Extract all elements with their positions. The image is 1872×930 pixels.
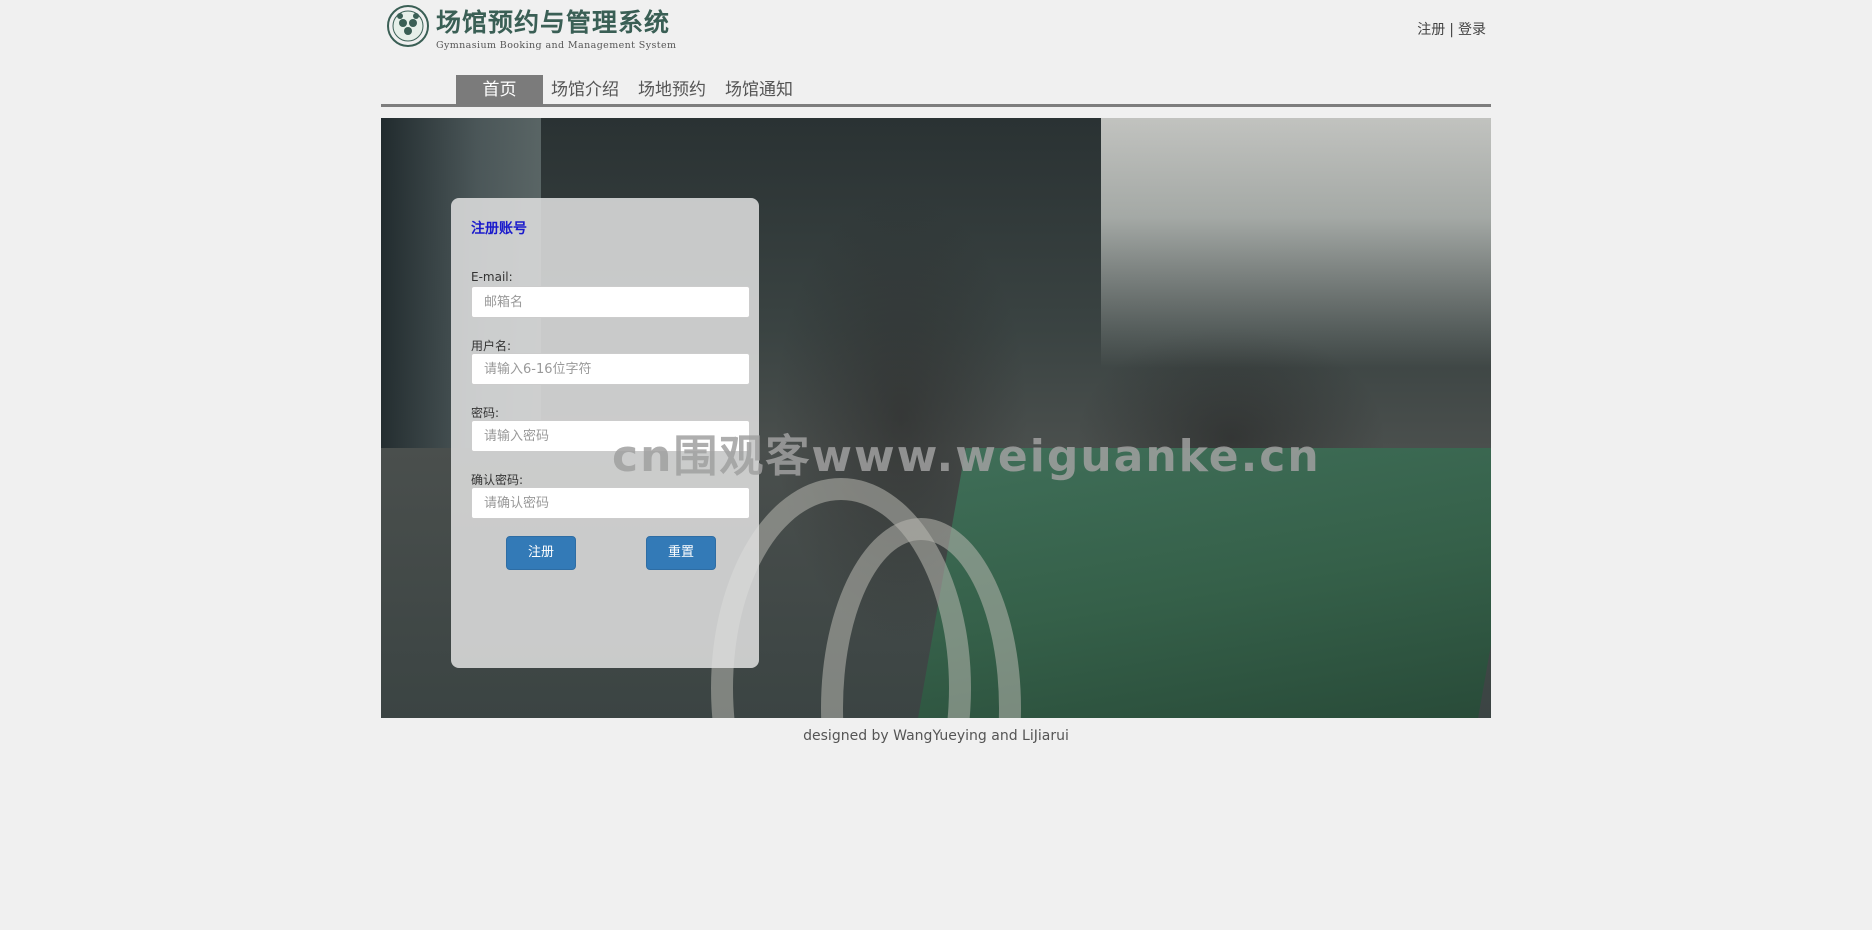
nav-item-court-booking[interactable]: 场地预约 — [638, 75, 706, 106]
page-container: 场馆预约与管理系统 Gymnasium Booking and Manageme… — [381, 0, 1491, 744]
register-button[interactable]: 注册 — [506, 536, 576, 570]
email-label: E-mail: — [471, 270, 513, 284]
hero-light-bg — [1101, 118, 1491, 368]
logo-subtitle: Gymnasium Booking and Management System — [436, 40, 677, 51]
confirm-password-label: 确认密码: — [471, 473, 524, 487]
email-field[interactable] — [471, 286, 750, 318]
reset-button[interactable]: 重置 — [646, 536, 716, 570]
form-title: 注册账号 — [471, 221, 527, 237]
register-link[interactable]: 注册 — [1417, 22, 1445, 38]
header: 场馆预约与管理系统 Gymnasium Booking and Manageme… — [381, 0, 1491, 70]
confirm-password-field[interactable] — [471, 487, 750, 519]
nav-item-home[interactable]: 首页 — [456, 75, 543, 106]
nav-item-venue-intro[interactable]: 场馆介绍 — [551, 75, 619, 106]
nav-item-venue-notice[interactable]: 场馆通知 — [725, 75, 793, 106]
password-label: 密码: — [471, 406, 500, 420]
username-field[interactable] — [471, 353, 750, 385]
hero-banner: 注册账号 E-mail: 用户名: 密码: 确认密码: 注册 重置 — [381, 118, 1491, 718]
username-label: 用户名: — [471, 339, 512, 353]
main-nav: 首页 场馆介绍 场地预约 场馆通知 — [381, 75, 1491, 107]
footer-credit: designed by WangYueying and LiJiarui — [803, 728, 1069, 744]
auth-links: 注册 | 登录 — [1417, 19, 1486, 39]
logo-title: 场馆预约与管理系统 — [436, 8, 671, 37]
logo-emblem-icon — [387, 5, 429, 47]
logo-text: 场馆预约与管理系统 Gymnasium Booking and Manageme… — [436, 8, 676, 51]
watermark-text: cn围观客www.weiguanke.cn — [612, 431, 1321, 482]
login-link[interactable]: 登录 — [1458, 22, 1486, 38]
auth-separator: | — [1449, 22, 1454, 38]
logo[interactable]: 场馆预约与管理系统 Gymnasium Booking and Manageme… — [386, 4, 676, 51]
